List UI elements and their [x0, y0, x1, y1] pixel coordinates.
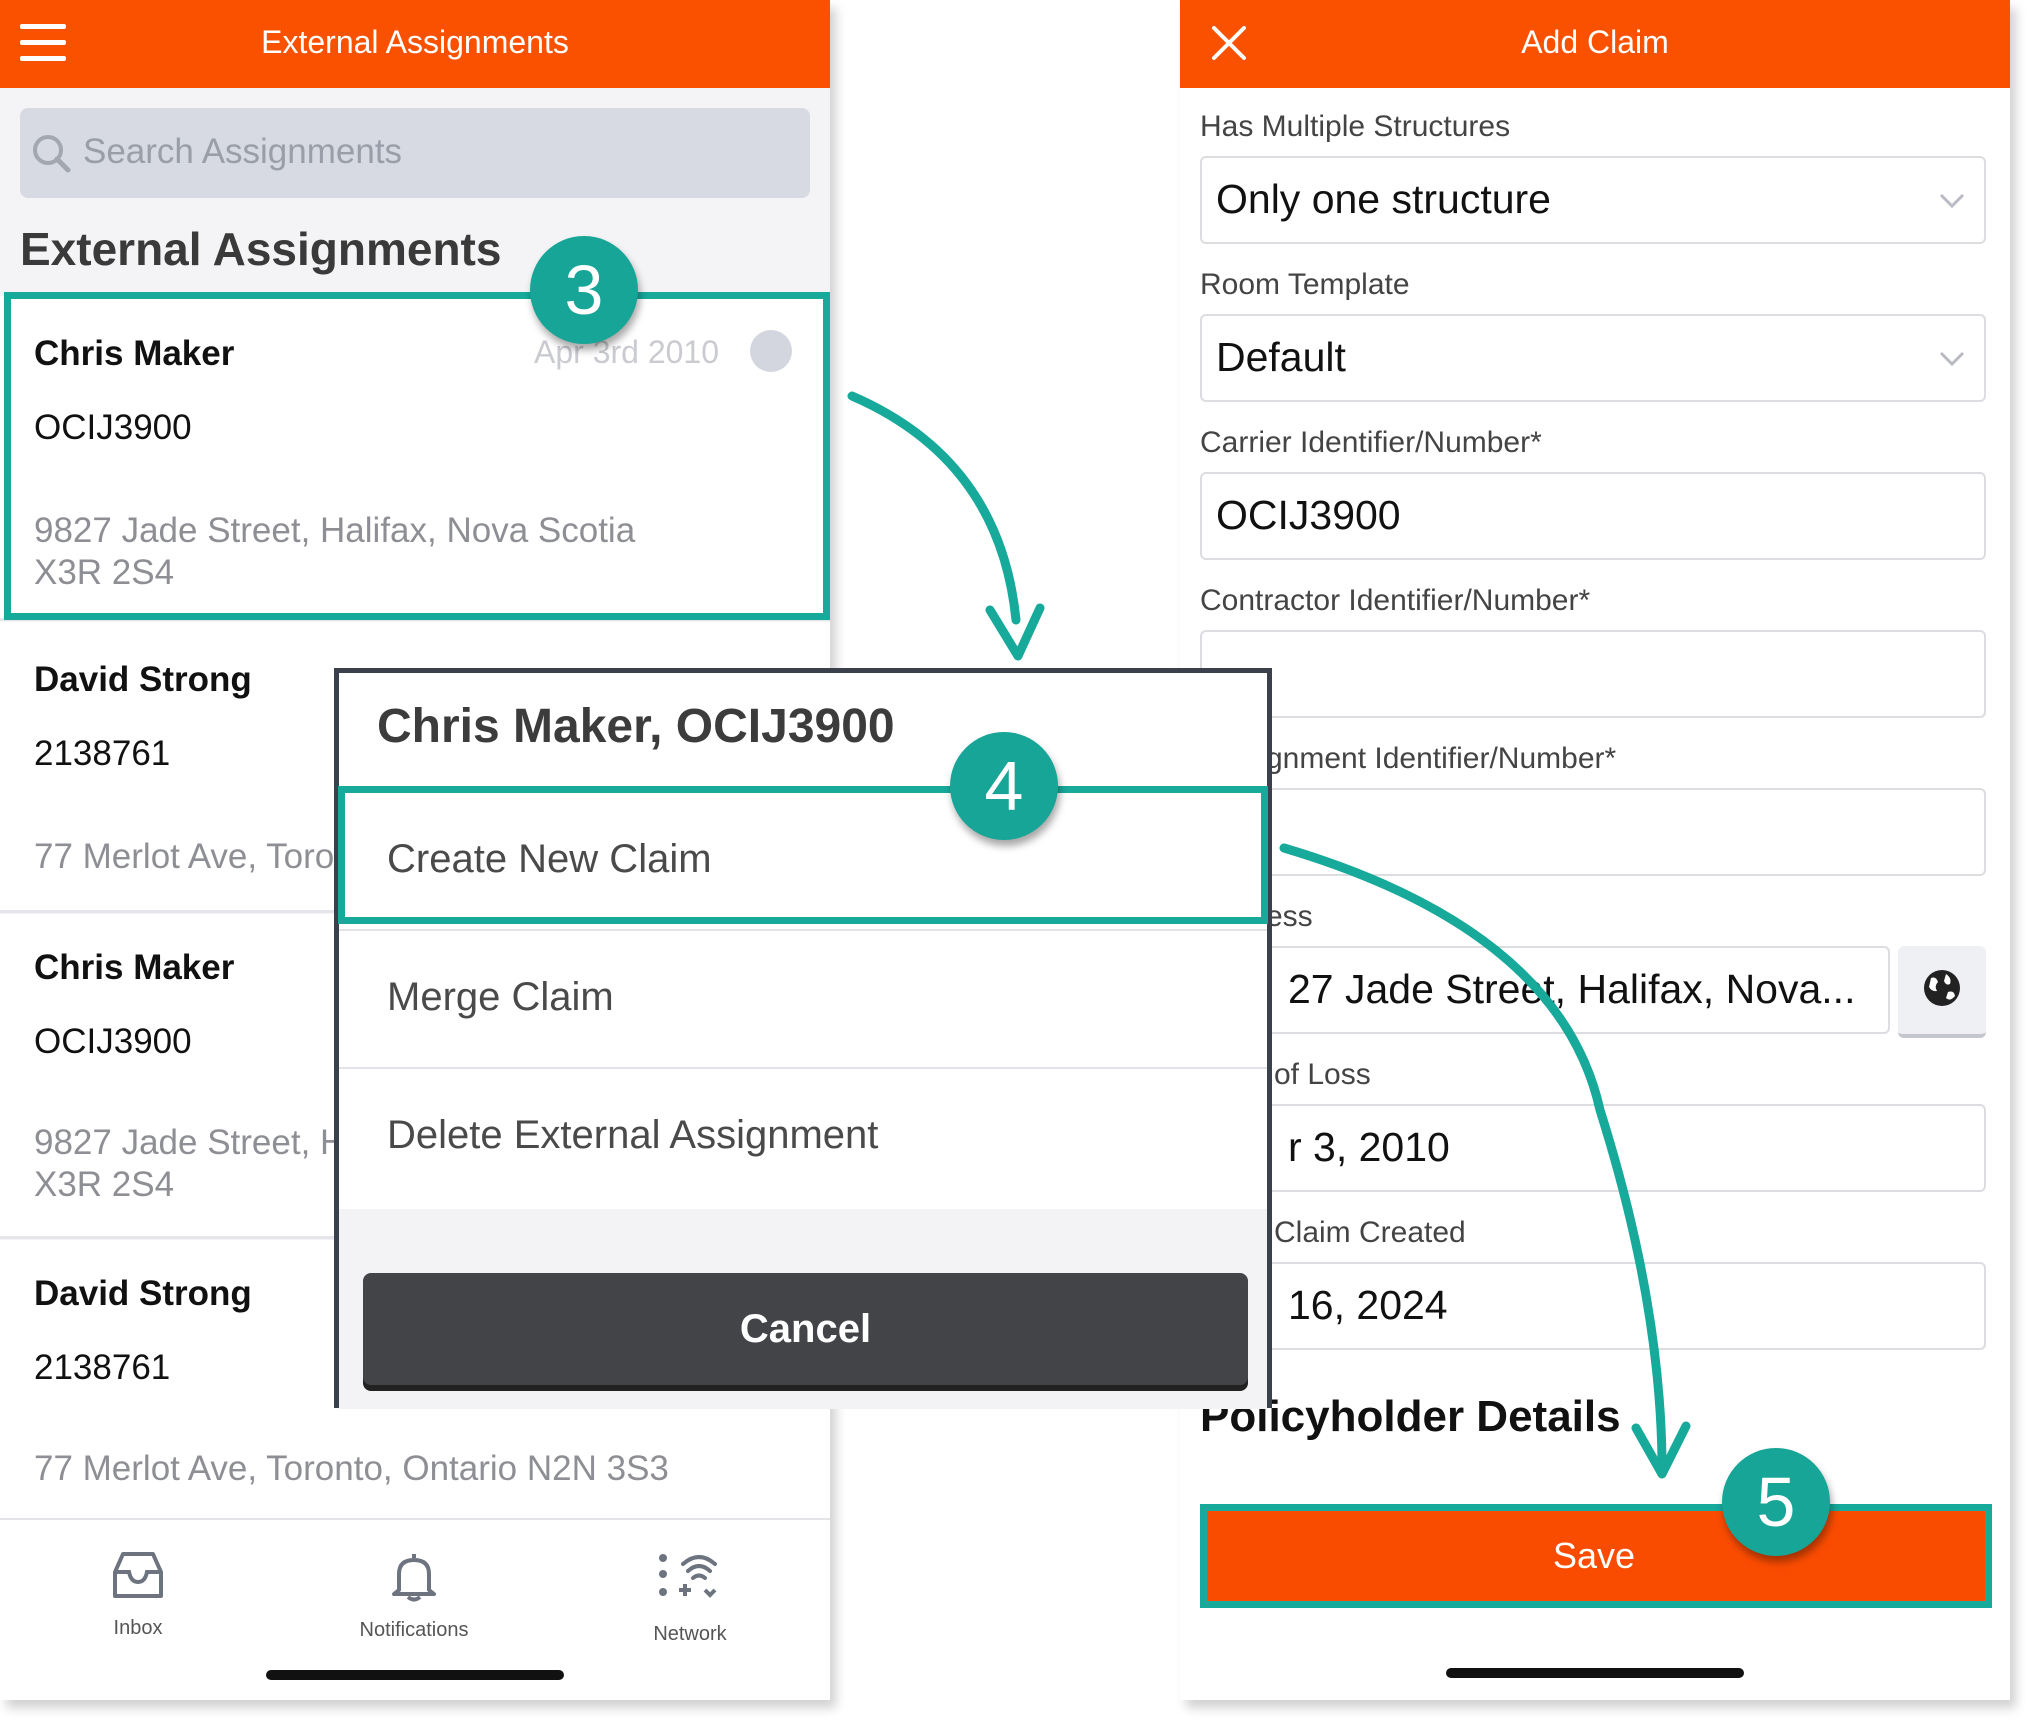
- field-label: Claim Created: [1274, 1216, 1466, 1249]
- inbox-icon: [113, 1552, 163, 1598]
- highlight-create-new-claim: [338, 786, 1268, 924]
- locate-address-button[interactable]: [1898, 946, 1986, 1038]
- delete-external-assignment-option[interactable]: Delete External Assignment: [339, 1067, 1267, 1207]
- assignment-id-input[interactable]: [1200, 788, 1986, 876]
- assignment-id: 2138761: [34, 734, 171, 773]
- field-value: Only one structure: [1216, 176, 1551, 222]
- search-icon: [33, 135, 71, 173]
- option-label: Delete External Assignment: [387, 1113, 879, 1157]
- field-label: of Loss: [1274, 1058, 1371, 1091]
- tab-notifications[interactable]: Notifications: [314, 1550, 514, 1642]
- field-value: r 3, 2010: [1288, 1124, 1450, 1170]
- assignment-address: 77 Merlot Ave, Toro: [34, 836, 334, 878]
- field-label: gnment Identifier/Number*: [1266, 742, 1617, 775]
- field-label: ess: [1266, 900, 1313, 933]
- assignment-id: 2138761: [34, 1348, 171, 1387]
- step-4-badge: 4: [950, 732, 1058, 840]
- tab-network[interactable]: Network: [590, 1550, 790, 1646]
- step-5-badge: 5: [1722, 1448, 1830, 1556]
- highlight-save-button: [1200, 1504, 1992, 1608]
- address-input[interactable]: 27 Jade Street, Halifax, Nova...: [1200, 946, 1890, 1034]
- tab-label: Notifications: [359, 1619, 469, 1641]
- field-label: Has Multiple Structures: [1200, 110, 1511, 143]
- carrier-id-input[interactable]: OCIJ3900: [1200, 472, 1986, 560]
- field-label: Carrier Identifier/Number*: [1200, 426, 1542, 459]
- tab-label: Network: [653, 1623, 727, 1645]
- home-indicator: [266, 1670, 564, 1680]
- date-of-loss-input[interactable]: r 3, 2010: [1200, 1104, 1986, 1192]
- top-bar: External Assignments: [0, 0, 830, 88]
- cancel-button[interactable]: Cancel: [363, 1273, 1248, 1385]
- tab-label: Inbox: [113, 1617, 163, 1639]
- field-value: OCIJ3900: [1216, 492, 1401, 538]
- assignment-address: 9827 Jade Street, H X3R 2S4: [34, 1122, 345, 1206]
- field-value: 16, 2024: [1288, 1282, 1448, 1328]
- search-input[interactable]: Search Assignments: [20, 108, 810, 198]
- chevron-down-icon: [1939, 193, 1965, 209]
- assignment-address: 77 Merlot Ave, Toronto, Ontario N2N 3S3: [34, 1448, 669, 1490]
- multiple-structures-select[interactable]: Only one structure: [1200, 156, 1986, 244]
- address-line: 9827 Jade Street, H: [34, 1123, 346, 1162]
- claim-created-input[interactable]: 16, 2024: [1200, 1262, 1986, 1350]
- add-claim-screen: Add Claim Has Multiple Structures Only o…: [1180, 0, 2010, 1700]
- assignment-id: OCIJ3900: [34, 1022, 192, 1061]
- home-indicator: [1446, 1668, 1744, 1678]
- field-value: Default: [1216, 334, 1346, 380]
- field-label: Contractor Identifier/Number*: [1200, 584, 1591, 617]
- assignment-name: David Strong: [34, 660, 252, 699]
- address-line: 77 Merlot Ave, Toro: [34, 837, 335, 876]
- highlight-assignment-card: [4, 292, 830, 620]
- option-label: Merge Claim: [387, 975, 614, 1019]
- tab-inbox[interactable]: Inbox: [38, 1550, 238, 1640]
- arrow-step3-to-4: [847, 391, 1021, 625]
- action-sheet-title: Chris Maker, OCIJ3900: [377, 700, 895, 753]
- section-title: External Assignments: [20, 223, 502, 275]
- room-template-select[interactable]: Default: [1200, 314, 1986, 402]
- page-title: External Assignments: [261, 24, 569, 60]
- assignment-name: Chris Maker: [34, 948, 235, 987]
- arrow-head: [985, 603, 1045, 661]
- field-value: 27 Jade Street, Halifax, Nova...: [1288, 966, 1856, 1012]
- page-title: Add Claim: [1521, 24, 1669, 60]
- field-label: Room Template: [1200, 268, 1410, 301]
- address-line: 77 Merlot Ave, Toronto, Ontario N2N 3S3: [34, 1449, 669, 1488]
- chevron-down-icon: [1939, 351, 1965, 367]
- assignment-name: David Strong: [34, 1274, 252, 1313]
- action-sheet: Chris Maker, OCIJ3900 Create New Claim M…: [334, 668, 1272, 1409]
- search-placeholder: Search Assignments: [83, 132, 403, 171]
- tab-bar: Inbox Notifications Network: [0, 1518, 830, 1700]
- globe-icon: [1924, 970, 1960, 1006]
- merge-claim-option[interactable]: Merge Claim: [339, 929, 1267, 1069]
- step-3-badge: 3: [530, 236, 638, 344]
- network-icon: [659, 1554, 717, 1598]
- top-bar: Add Claim: [1180, 0, 2010, 88]
- bell-icon: [392, 1554, 436, 1602]
- contractor-id-input[interactable]: [1200, 630, 1986, 718]
- address-line: X3R 2S4: [34, 1165, 175, 1204]
